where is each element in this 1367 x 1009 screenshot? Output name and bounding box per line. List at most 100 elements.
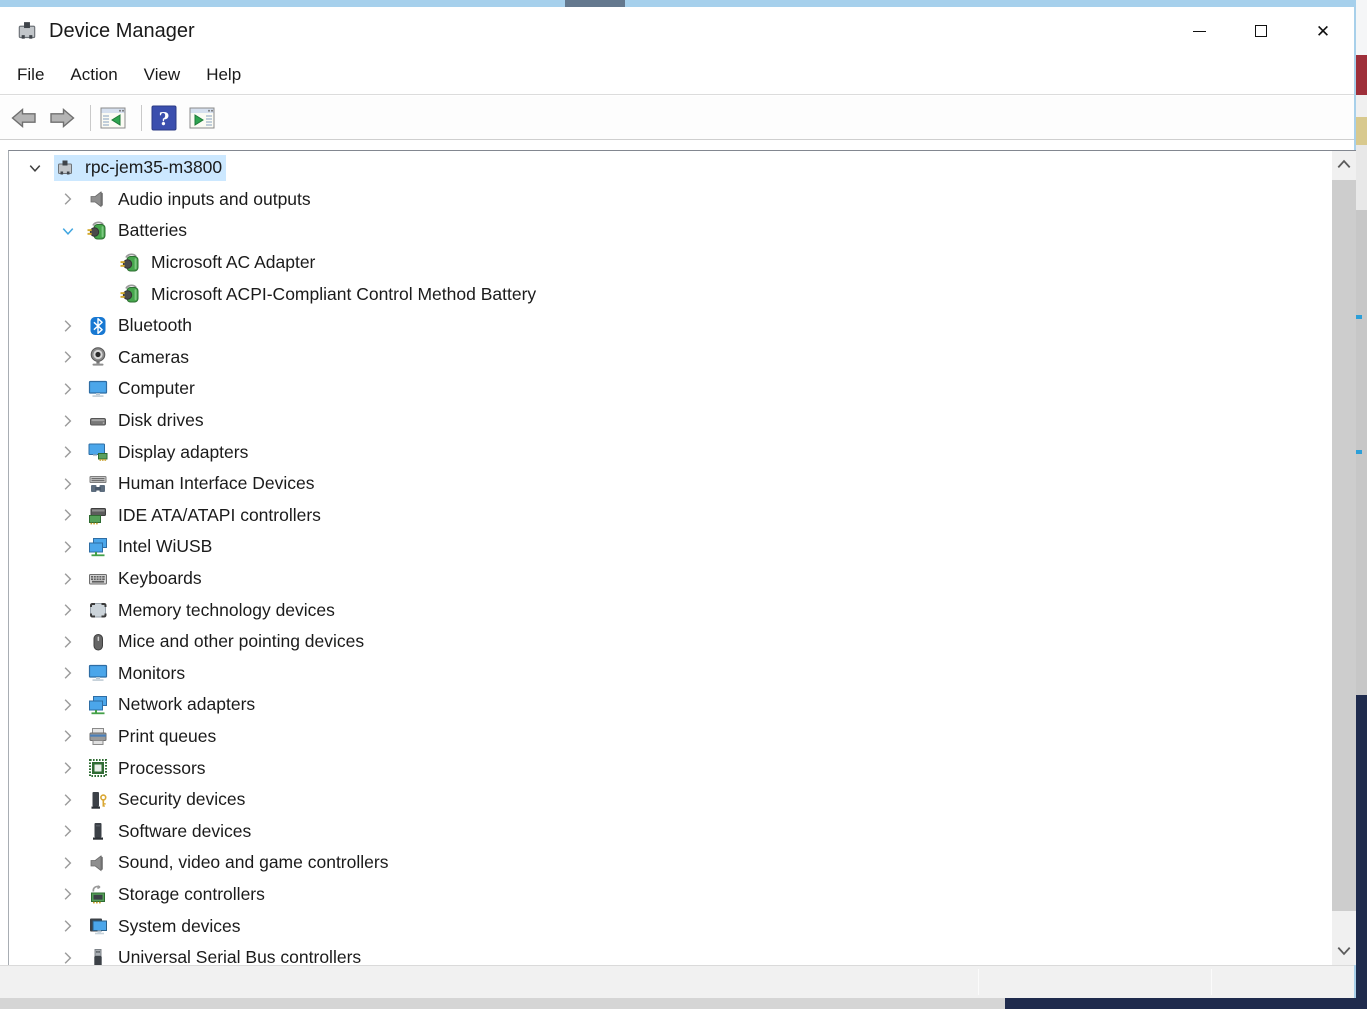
tree-item[interactable]: IDE ATA/ATAPI controllers [10, 500, 1332, 532]
chevron-right-icon[interactable] [57, 726, 79, 746]
tree-item[interactable]: Display adapters [10, 436, 1332, 468]
vertical-scrollbar[interactable] [1332, 151, 1356, 965]
chevron-right-icon[interactable] [57, 442, 79, 462]
chevron-right-icon[interactable] [57, 316, 79, 336]
svg-text:?: ? [159, 109, 170, 130]
close-button[interactable]: ✕ [1292, 7, 1354, 55]
tree-item-content[interactable]: Computer [87, 376, 199, 402]
chevron-right-icon[interactable] [57, 569, 79, 589]
tree-item-label: Monitors [118, 663, 185, 684]
tree-item-content[interactable]: Monitors [87, 660, 189, 686]
chevron-right-icon[interactable] [57, 790, 79, 810]
tree-item[interactable]: rpc-jem35-m3800 [10, 152, 1332, 184]
tree-item[interactable]: Print queues [10, 721, 1332, 753]
tree-item-content[interactable]: Print queues [87, 723, 220, 749]
tree-item-content[interactable]: System devices [87, 913, 245, 939]
chevron-right-icon[interactable] [57, 347, 79, 367]
chevron-right-icon[interactable] [57, 537, 79, 557]
tree-item-content[interactable]: Mice and other pointing devices [87, 629, 368, 655]
chevron-right-icon[interactable] [57, 379, 79, 399]
tree-item[interactable]: Microsoft ACPI-Compliant Control Method … [10, 278, 1332, 310]
chevron-down-icon[interactable] [57, 221, 79, 241]
tree-item[interactable]: Storage controllers [10, 879, 1332, 911]
tree-item[interactable]: Universal Serial Bus controllers [10, 942, 1332, 965]
tree-item-content[interactable]: Display adapters [87, 439, 252, 465]
chevron-right-icon[interactable] [57, 695, 79, 715]
tree-item[interactable]: Microsoft AC Adapter [10, 247, 1332, 279]
tree-item-content[interactable]: Audio inputs and outputs [87, 186, 315, 212]
tree-item-content[interactable]: Universal Serial Bus controllers [87, 945, 365, 965]
tree-item-selected[interactable]: rpc-jem35-m3800 [54, 155, 226, 181]
tree-item[interactable]: System devices [10, 910, 1332, 942]
tree-item[interactable]: Intel WiUSB [10, 531, 1332, 563]
chevron-right-icon[interactable] [57, 474, 79, 494]
tree-item-content[interactable]: IDE ATA/ATAPI controllers [87, 502, 325, 528]
tree-item[interactable]: Mice and other pointing devices [10, 626, 1332, 658]
tree-item-content[interactable]: Processors [87, 755, 210, 781]
chevron-right-icon[interactable] [57, 600, 79, 620]
tree-item-content[interactable]: Microsoft AC Adapter [120, 250, 319, 276]
tree-item-content[interactable]: Keyboards [87, 566, 206, 592]
help-button[interactable]: ? [148, 102, 180, 134]
chevron-down-icon[interactable] [24, 158, 46, 178]
chevron-right-icon[interactable] [57, 632, 79, 652]
tree-item-label: Software devices [118, 821, 251, 842]
forward-arrow-button[interactable] [46, 102, 78, 134]
tree-item-content[interactable]: Disk drives [87, 408, 208, 434]
maximize-button[interactable] [1230, 7, 1292, 55]
tree-item-content[interactable]: Intel WiUSB [87, 534, 216, 560]
tree-item-content[interactable]: Network adapters [87, 692, 259, 718]
scroll-up-button[interactable] [1332, 151, 1356, 178]
back-arrow-button[interactable] [8, 102, 40, 134]
chevron-right-icon[interactable] [57, 916, 79, 936]
tree-item[interactable]: Software devices [10, 815, 1332, 847]
chevron-right-icon[interactable] [57, 505, 79, 525]
show-console-tree-button[interactable] [97, 102, 129, 134]
toolbar-separator [90, 105, 91, 131]
tree-item[interactable]: Batteries [10, 215, 1332, 247]
chevron-right-icon[interactable] [57, 189, 79, 209]
chevron-right-icon[interactable] [57, 411, 79, 431]
tree-item-content[interactable]: Storage controllers [87, 881, 269, 907]
titlebar: Device Manager ✕ [0, 7, 1354, 55]
tree-item-content[interactable]: Security devices [87, 787, 249, 813]
tree-item[interactable]: Keyboards [10, 563, 1332, 595]
tree-item-content[interactable]: Human Interface Devices [87, 471, 318, 497]
tree-item-content[interactable]: Memory technology devices [87, 597, 339, 623]
scroll-down-button[interactable] [1332, 937, 1356, 964]
tree-item[interactable]: Monitors [10, 658, 1332, 690]
tree-item-content[interactable]: Batteries [87, 218, 191, 244]
tree-item-content[interactable]: Bluetooth [87, 313, 196, 339]
tree-item-content[interactable]: Microsoft ACPI-Compliant Control Method … [120, 281, 540, 307]
tree-item[interactable]: Security devices [10, 784, 1332, 816]
show-action-pane-button[interactable] [186, 102, 218, 134]
minimize-button[interactable] [1168, 7, 1230, 55]
chevron-right-icon[interactable] [57, 821, 79, 841]
tree-item[interactable]: Memory technology devices [10, 594, 1332, 626]
tree-item-label: Processors [118, 758, 206, 779]
chevron-right-icon[interactable] [57, 758, 79, 778]
tree-item-content[interactable]: Sound, video and game controllers [87, 850, 392, 876]
chevron-right-icon[interactable] [57, 663, 79, 683]
tree-item[interactable]: Sound, video and game controllers [10, 847, 1332, 879]
tree-item[interactable]: Computer [10, 373, 1332, 405]
chevron-right-icon[interactable] [57, 948, 79, 965]
sliver-segment [1356, 0, 1367, 55]
tree-item-content[interactable]: Software devices [87, 818, 255, 844]
chevron-right-icon[interactable] [57, 884, 79, 904]
tree-item[interactable]: Bluetooth [10, 310, 1332, 342]
tree-item[interactable]: Disk drives [10, 405, 1332, 437]
tree-item[interactable]: Audio inputs and outputs [10, 184, 1332, 216]
tree-item[interactable]: Human Interface Devices [10, 468, 1332, 500]
menu-action[interactable]: Action [70, 65, 117, 85]
tree-item[interactable]: Cameras [10, 342, 1332, 374]
menu-help[interactable]: Help [206, 65, 241, 85]
tree-item[interactable]: Processors [10, 752, 1332, 784]
menu-file[interactable]: File [17, 65, 44, 85]
tree-item-label: Cameras [118, 347, 189, 368]
scrollbar-thumb[interactable] [1332, 180, 1356, 911]
chevron-right-icon[interactable] [57, 853, 79, 873]
tree-item-content[interactable]: Cameras [87, 344, 193, 370]
menu-view[interactable]: View [144, 65, 181, 85]
tree-item[interactable]: Network adapters [10, 689, 1332, 721]
